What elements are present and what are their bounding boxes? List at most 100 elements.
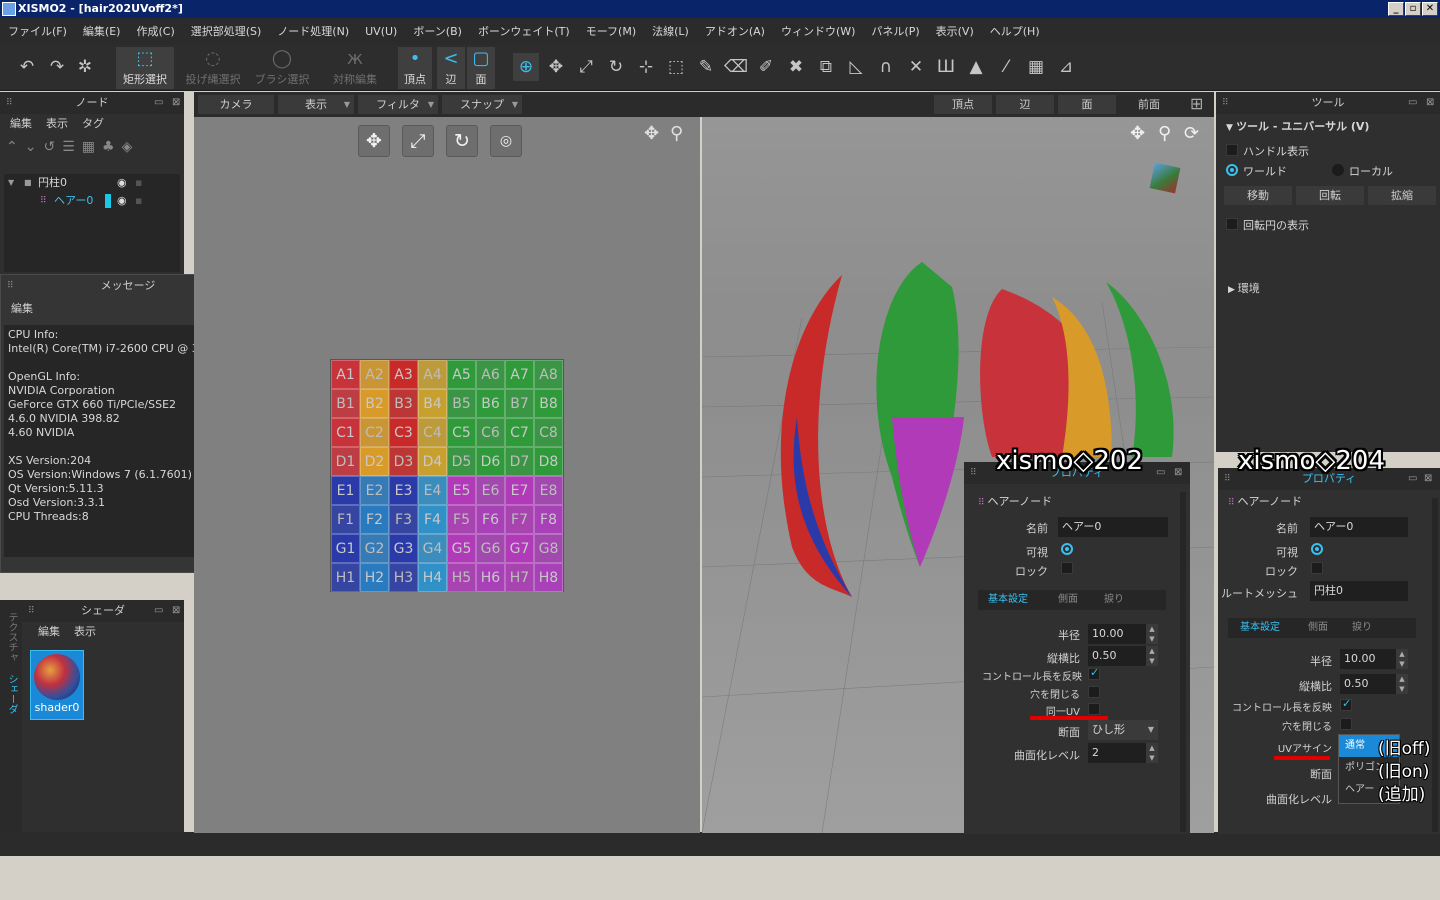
root-mesh-input[interactable]: 円柱0 xyxy=(1310,581,1408,601)
grid-settings-icon[interactable]: ⊞ xyxy=(1190,94,1203,113)
brush-select-button[interactable]: ◯ ブラシ選択 xyxy=(252,47,312,89)
ratio-spinner[interactable]: ▲ ▼ xyxy=(1146,646,1158,666)
close-icon[interactable]: ⊠ xyxy=(1174,462,1182,484)
lock-icon[interactable]: ▪ xyxy=(135,192,142,210)
move-tool-icon[interactable]: ✥ xyxy=(543,53,569,81)
zoom-extent-icon[interactable]: ⤢ xyxy=(402,125,434,157)
live-icon[interactable]: ◎ xyxy=(490,125,522,157)
knife-icon[interactable]: ✐ xyxy=(753,53,779,81)
grip-icon[interactable]: ⠿ xyxy=(1222,92,1229,114)
close-icon[interactable]: ⊠ xyxy=(1426,92,1434,114)
shader-tab[interactable]: シェーダ xyxy=(4,674,19,714)
subdiv-input[interactable]: 2 xyxy=(1088,743,1146,763)
menu-uv[interactable]: UV(U) xyxy=(357,18,405,45)
menu-edit[interactable]: 編集(E) xyxy=(75,18,129,45)
ratio-spinner[interactable]: ▲ ▼ xyxy=(1396,674,1408,694)
tab-side[interactable]: 側面 xyxy=(1058,590,1078,610)
node-menu-view[interactable]: 表示 xyxy=(46,117,68,130)
visible-radio[interactable] xyxy=(1311,543,1323,555)
close-button[interactable]: ✕ xyxy=(1422,2,1438,16)
scrollbar[interactable] xyxy=(1180,492,1186,832)
close-icon[interactable]: ⊠ xyxy=(172,92,180,114)
rotate-view-icon[interactable]: ↻ xyxy=(446,125,478,157)
rotate-button[interactable]: 回転 xyxy=(1296,186,1364,205)
bridge-icon[interactable]: ⧉ xyxy=(813,53,839,81)
ratio-input[interactable]: 0.50 xyxy=(1340,674,1396,694)
ratio-input[interactable]: 0.50 xyxy=(1088,646,1146,666)
float-icon[interactable]: ▭ xyxy=(154,92,163,114)
menu-selection[interactable]: 選択部処理(S) xyxy=(183,18,270,45)
message-menu-edit[interactable]: 編集 xyxy=(11,302,33,315)
move-button[interactable]: 移動 xyxy=(1224,186,1292,205)
name-input[interactable]: ヘアー0 xyxy=(1058,517,1168,537)
marquee-icon[interactable]: ⬚ xyxy=(663,53,689,81)
menu-view[interactable]: 表示(V) xyxy=(928,18,982,45)
weld-icon[interactable]: ✖ xyxy=(783,53,809,81)
menu-create[interactable]: 作成(C) xyxy=(128,18,182,45)
rect-select-button[interactable]: ⬚ 矩形選択 xyxy=(116,47,174,89)
tab-twist[interactable]: 捩り xyxy=(1352,618,1372,638)
handle-checkbox[interactable] xyxy=(1226,144,1238,156)
vertex-view-button[interactable]: 頂点 xyxy=(934,95,992,114)
float-icon[interactable]: ▭ xyxy=(1408,468,1417,490)
float-icon[interactable]: ▭ xyxy=(1408,92,1417,114)
float-icon[interactable]: ▭ xyxy=(1156,462,1165,484)
uv-icon[interactable]: Ш xyxy=(933,53,959,81)
camera-button[interactable]: カメラ xyxy=(198,95,274,114)
menu-file[interactable]: ファイル(F) xyxy=(0,18,75,45)
tab-twist[interactable]: 捩り xyxy=(1104,590,1124,610)
local-radio[interactable] xyxy=(1332,164,1344,176)
bevel-icon[interactable]: ◺ xyxy=(843,53,869,81)
film-icon[interactable]: ▦ xyxy=(1023,53,1049,81)
menu-addon[interactable]: アドオン(A) xyxy=(697,18,773,45)
section-dropdown[interactable]: ひし形 ▼ xyxy=(1088,720,1158,740)
shader-thumbnail[interactable]: shader0 xyxy=(30,650,84,720)
node-menu-tag[interactable]: タグ xyxy=(82,117,104,130)
lock-icon[interactable]: ▪ xyxy=(135,174,142,192)
menu-window[interactable]: ウィンドウ(W) xyxy=(773,18,863,45)
list-icon[interactable]: ☰ xyxy=(62,139,82,155)
grid-icon[interactable]: ▦ xyxy=(82,139,102,155)
visible-icon[interactable]: ◉ xyxy=(117,192,127,210)
menu-boneweight[interactable]: ボーンウェイト(T) xyxy=(470,18,578,45)
scale-tool-icon[interactable]: ⤢ xyxy=(573,53,599,81)
visible-icon[interactable]: ◉ xyxy=(117,174,127,192)
tool-section-header[interactable]: ▼ ツール - ユニバーサル (V) xyxy=(1226,118,1369,134)
scrollbar[interactable] xyxy=(1432,498,1438,832)
node-menu-edit[interactable]: 編集 xyxy=(10,117,32,130)
menu-node[interactable]: ノード処理(N) xyxy=(269,18,357,45)
symmetry-edit-button[interactable]: ж 対称編集 xyxy=(326,47,384,89)
radius-input[interactable]: 10.00 xyxy=(1088,624,1146,644)
shader-menu-edit[interactable]: 編集 xyxy=(38,625,60,638)
scale-button[interactable]: 拡縮 xyxy=(1368,186,1436,205)
display-dropdown[interactable]: 表示 ▼ xyxy=(278,95,354,114)
edge-view-button[interactable]: 辺 xyxy=(996,95,1054,114)
grip-icon[interactable]: ⠿ xyxy=(7,275,14,297)
grip-icon[interactable]: ⠿ xyxy=(1224,468,1231,490)
universal-tool-icon[interactable]: ⊹ xyxy=(633,53,659,81)
show-rotation-checkbox[interactable] xyxy=(1226,218,1238,230)
radius-spinner[interactable]: ▲ ▼ xyxy=(1396,649,1408,669)
snap-dropdown[interactable]: スナップ ▼ xyxy=(442,95,522,114)
pen-icon[interactable]: ✎ xyxy=(693,53,719,81)
grip-icon[interactable]: ⠿ xyxy=(28,600,35,622)
global-icon[interactable]: ⊕ xyxy=(513,53,539,81)
face-mode-button[interactable]: ▢ 面 xyxy=(467,47,495,89)
arch-icon[interactable]: ∩ xyxy=(873,53,899,81)
pan-icon[interactable]: ✥ xyxy=(644,123,659,144)
shrink-icon[interactable]: ✕ xyxy=(903,53,929,81)
tab-basic[interactable]: 基本設定 xyxy=(988,590,1028,610)
tree-row[interactable]: ⠿ ヘアー0 ◉ ▪ xyxy=(4,192,180,210)
refresh-icon[interactable]: ↺ xyxy=(43,139,62,155)
front-view-label[interactable]: 前面 xyxy=(1120,95,1178,114)
bake-icon[interactable]: ⊿ xyxy=(1053,53,1079,81)
rotate-tool-icon[interactable]: ↻ xyxy=(603,53,629,81)
lock-checkbox[interactable] xyxy=(1311,562,1323,574)
menu-panel[interactable]: パネル(P) xyxy=(863,18,927,45)
bag-icon[interactable]: ▲ xyxy=(963,53,989,81)
face-view-button[interactable]: 面 xyxy=(1058,95,1116,114)
up-icon[interactable]: ⌃ xyxy=(6,139,25,155)
cube-icon[interactable]: ◈ xyxy=(122,139,140,155)
filter-dropdown[interactable]: フィルタ ▼ xyxy=(358,95,438,114)
close-hole-checkbox[interactable] xyxy=(1340,718,1352,730)
